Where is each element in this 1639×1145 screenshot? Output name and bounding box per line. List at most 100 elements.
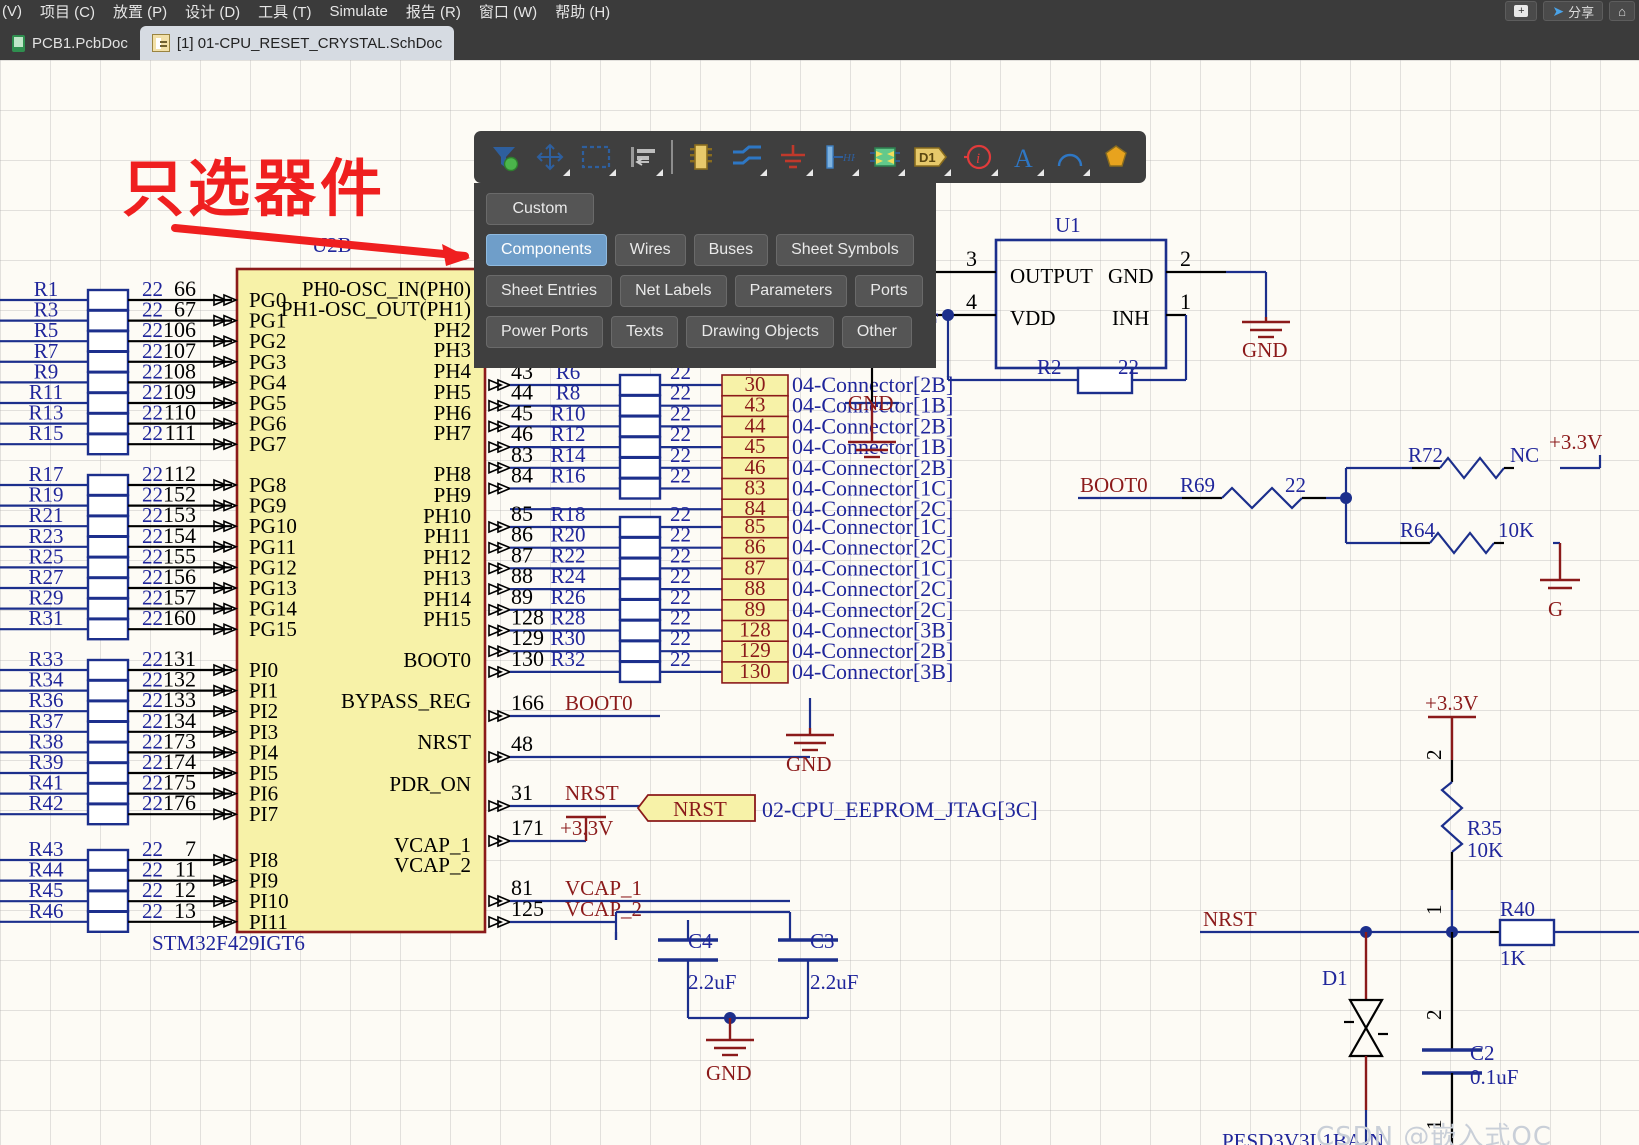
ic-pin-name-right[interactable]: NRST [417, 730, 471, 754]
designator-icon[interactable]: D1 [909, 136, 953, 178]
share-button[interactable]: ➤ 分享 [1543, 1, 1604, 21]
pin-number[interactable]: 166 [511, 690, 544, 715]
power-port-icon[interactable] [771, 136, 815, 178]
component-icon[interactable] [679, 136, 723, 178]
ic-pin-name-left[interactable]: PI11 [249, 910, 288, 934]
net-label[interactable]: BOOT0 [565, 691, 633, 715]
add-button[interactable]: + [1505, 1, 1538, 21]
u1-designator: U1 [1055, 213, 1081, 237]
filter-texts-button[interactable]: Texts [611, 316, 679, 348]
resistor-value[interactable]: 22 [142, 791, 163, 815]
menu-item-simulate[interactable]: Simulate [330, 3, 388, 20]
pin-number[interactable]: 130 [511, 646, 544, 671]
share-button-label: 分享 [1568, 4, 1595, 20]
document-tab-bar[interactable]: PCB1.PcbDoc [1] 01-CPU_RESET_CRYSTAL.Sch… [0, 22, 1639, 60]
ic-pin-name-right[interactable]: PH15 [423, 607, 471, 631]
net-label-icon[interactable]: HH [817, 136, 861, 178]
r40-value: 1K [1500, 946, 1526, 970]
tab-schematic[interactable]: [1] 01-CPU_RESET_CRYSTAL.SchDoc [139, 26, 455, 60]
ic-pin-name-left[interactable]: PI7 [249, 802, 278, 826]
arc-icon[interactable] [1048, 136, 1092, 178]
resistor-value[interactable]: 22 [670, 464, 691, 488]
menu-item-design[interactable]: 设计 (D) [185, 1, 240, 22]
c3-value: 2.2uF [810, 970, 858, 994]
filter-other-button[interactable]: Other [841, 316, 912, 348]
pin-number[interactable]: 171 [511, 815, 544, 840]
filter-net-labels-button[interactable]: Net Labels [620, 275, 727, 307]
menu-item-view[interactable]: (V) [2, 3, 22, 20]
align-icon[interactable] [620, 136, 664, 178]
resistor-value[interactable]: 22 [142, 421, 163, 445]
selection-rectangle-icon[interactable] [574, 136, 618, 178]
filter-icon[interactable] [482, 136, 526, 178]
tab-pcb1[interactable]: PCB1.PcbDoc [0, 26, 140, 60]
ic-pin-name-left[interactable]: PG15 [249, 617, 297, 641]
r35-pin-2: 2 [1422, 750, 1446, 761]
ic-pin-name-right[interactable]: BOOT0 [403, 648, 471, 672]
connector-label[interactable]: 04-Connector[3B] [792, 659, 953, 684]
svg-text:i: i [976, 151, 980, 167]
r69-designator: R69 [1180, 473, 1215, 497]
filter-buses-button[interactable]: Buses [693, 234, 769, 266]
filter-components-button[interactable]: Components [486, 234, 607, 266]
sheet-entry-net[interactable]: 130 [739, 659, 771, 683]
resistor-value[interactable]: 22 [142, 606, 163, 630]
selection-filter-toolbar[interactable]: HH D1 i A [474, 131, 1146, 183]
menu-item-reports[interactable]: 报告 (R) [406, 1, 461, 22]
resistor-designator[interactable]: R42 [28, 791, 63, 815]
plus33-label-r72: +3.3V [1549, 430, 1602, 454]
filter-ports-button[interactable]: Ports [855, 275, 923, 307]
filter-custom-button[interactable]: Custom [486, 193, 594, 225]
home-button[interactable]: ⌂ [1609, 1, 1635, 21]
pin-number[interactable]: 176 [163, 790, 196, 815]
filter-wires-button[interactable]: Wires [614, 234, 686, 266]
sheet-symbol-icon[interactable] [863, 136, 907, 178]
pin-number[interactable]: 31 [511, 780, 533, 805]
resistor-designator[interactable]: R32 [550, 647, 585, 671]
pin-number[interactable]: 111 [165, 420, 196, 445]
filter-drawing-objects-button[interactable]: Drawing Objects [686, 316, 834, 348]
resistor-value[interactable]: 22 [142, 899, 163, 923]
ic-pin-name-right[interactable]: VCAP_2 [394, 853, 471, 877]
ic-pin-name-right[interactable]: PH7 [434, 421, 471, 445]
menu-item-project[interactable]: 项目 (C) [40, 1, 95, 22]
menu-item-help[interactable]: 帮助 (H) [555, 1, 610, 22]
net-label[interactable]: NRST [565, 781, 619, 805]
filter-parameters-button[interactable]: Parameters [734, 275, 848, 307]
resistor-designator[interactable]: R16 [550, 464, 585, 488]
port-name[interactable]: NRST [673, 797, 727, 821]
resistor-designator[interactable]: R46 [28, 899, 63, 923]
wire-icon[interactable] [725, 136, 769, 178]
pin-number[interactable]: 84 [511, 463, 533, 488]
parameter-icon[interactable]: i [955, 136, 999, 178]
menu-item-window[interactable]: 窗口 (W) [479, 1, 537, 22]
resistor-designator[interactable]: R15 [28, 421, 63, 445]
filter-sheet-entries-button[interactable]: Sheet Entries [486, 275, 613, 307]
net-label[interactable]: VCAP_2 [565, 897, 642, 921]
ic-pin-name-right[interactable]: BYPASS_REG [341, 689, 471, 713]
resistor-value[interactable]: 22 [670, 647, 691, 671]
move-icon[interactable] [528, 136, 572, 178]
pin-number[interactable]: 125 [511, 896, 544, 921]
share-arrow-icon: ➤ [1552, 2, 1565, 19]
c2-pin-2: 2 [1422, 1010, 1446, 1021]
resistor-designator[interactable]: R31 [28, 606, 63, 630]
menu-item-place[interactable]: 放置 (P) [113, 1, 167, 22]
ic-pin-name-right[interactable]: PDR_ON [389, 772, 471, 796]
menu-item-tools[interactable]: 工具 (T) [258, 1, 311, 22]
selection-filter-panel[interactable]: Custom Components Wires Buses Sheet Symb… [474, 183, 936, 368]
pin-number[interactable]: 48 [511, 731, 533, 756]
r69-value: 22 [1285, 473, 1306, 497]
filter-sheet-symbols-button[interactable]: Sheet Symbols [776, 234, 914, 266]
filter-row-custom: Custom [486, 193, 924, 225]
text-icon[interactable]: A [1002, 136, 1046, 178]
polygon-icon[interactable] [1094, 136, 1138, 178]
filter-row-2: Sheet Entries Net Labels Parameters Port… [486, 275, 924, 307]
pin-number[interactable]: 13 [174, 898, 196, 923]
ic-pin-name-left[interactable]: PG7 [249, 432, 286, 456]
filter-power-ports-button[interactable]: Power Ports [486, 316, 604, 348]
menu-bar[interactable]: (V) 项目 (C) 放置 (P) 设计 (D) 工具 (T) Simulate… [0, 0, 1639, 22]
port-sheet-label[interactable]: 02-CPU_EEPROM_JTAG[3C] [762, 797, 1038, 822]
schematic-canvas[interactable]: .w { stroke:#1c2f8c; stroke-width:2.2; f… [0, 60, 1639, 1145]
pin-number[interactable]: 160 [163, 605, 196, 630]
